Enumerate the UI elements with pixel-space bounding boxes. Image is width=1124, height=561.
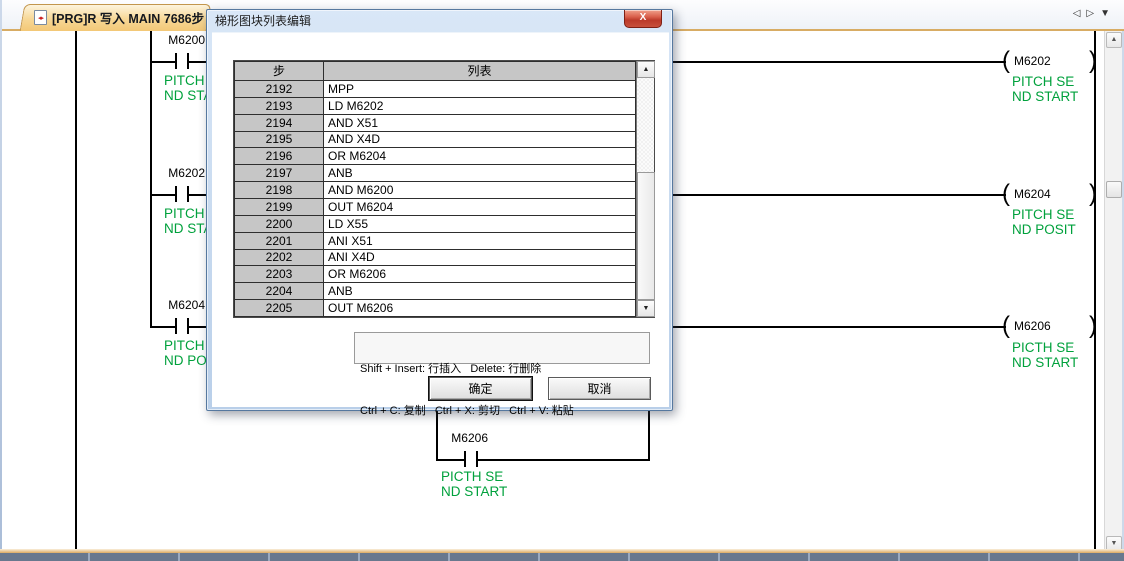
coil[interactable]: M6206 — [1002, 315, 1097, 337]
table-row[interactable]: 2194AND X51 — [235, 114, 636, 131]
tab-main-program[interactable]: ◂▸ [PRG]R 写入 MAIN 7686步 — [22, 4, 209, 31]
bottom-scrollbar[interactable] — [0, 553, 1124, 561]
contact-device[interactable]: M6200 — [148, 33, 205, 47]
branch-rung-line — [478, 459, 650, 461]
contact-bar — [476, 451, 478, 467]
contact-bar — [175, 318, 177, 334]
tab-label: [PRG]R 写入 MAIN 7686步 — [52, 8, 204, 27]
close-icon[interactable]: X — [624, 10, 662, 28]
contact-bar — [187, 186, 189, 202]
coil-comment: PITCH SEND START — [1012, 74, 1078, 104]
table-row[interactable]: 2202ANI X4D — [235, 249, 636, 266]
dialog-titlebar[interactable]: 梯形图块列表编辑 X — [207, 10, 672, 32]
table-header-row: 步 列表 — [235, 62, 636, 81]
branch-right-line — [648, 404, 650, 461]
editor-vertical-scrollbar[interactable]: ▲ ▼ — [1104, 31, 1122, 553]
contact-bar — [175, 186, 177, 202]
table-row[interactable]: 2193LD M6202 — [235, 97, 636, 114]
table-row[interactable]: 2203OR M6206 — [235, 266, 636, 283]
table-row[interactable]: 2198AND M6200 — [235, 182, 636, 199]
table-row[interactable]: 2200LD X55 — [235, 215, 636, 232]
table-row[interactable]: 2199OUT M6204 — [235, 198, 636, 215]
coil-comment: PICTH SEND START — [1012, 340, 1078, 370]
scroll-down-icon[interactable]: ▼ — [637, 300, 655, 317]
rung2-line — [150, 194, 177, 196]
table-vertical-scrollbar[interactable]: ▲ ▼ — [636, 61, 654, 317]
instruction-table: 步 列表 2192MPP 2193LD M6202 2194AND X51 21… — [234, 61, 636, 317]
ladder-right-rail — [1094, 31, 1096, 550]
cancel-button[interactable]: 取消 — [548, 377, 651, 400]
table-row[interactable]: 2205OUT M6206 — [235, 300, 636, 317]
rung3-line — [150, 326, 177, 328]
dialog-title: 梯形图块列表编辑 — [215, 14, 311, 28]
coil-device: M6206 — [1010, 319, 1089, 333]
instruction-list-grid: 步 列表 2192MPP 2193LD M6202 2194AND X51 21… — [233, 60, 655, 318]
help-line-1: Shift + Insert: 行插入 Delete: 行删除 — [360, 362, 644, 376]
tab-scroll-right-icon[interactable]: ▷ — [1086, 8, 1094, 19]
scrollbar-thumb[interactable] — [1106, 181, 1122, 198]
column-header-step: 步 — [235, 62, 324, 81]
contact-bar — [187, 53, 189, 69]
table-row[interactable]: 2195AND X4D — [235, 131, 636, 148]
branch-rung-line — [436, 459, 466, 461]
tab-scroll-left-icon[interactable]: ◁ — [1073, 8, 1081, 19]
table-row[interactable]: 2197ANB — [235, 165, 636, 182]
shortcut-help-box: Shift + Insert: 行插入 Delete: 行删除 Ctrl + C… — [354, 332, 650, 364]
contact-device[interactable]: M6204 — [148, 298, 205, 312]
scrollbar-thumb[interactable] — [637, 172, 655, 300]
ladder-program-icon: ◂▸ — [34, 10, 47, 25]
column-header-list: 列表 — [324, 62, 636, 81]
coil[interactable]: M6204 — [1002, 183, 1097, 205]
tab-list-dropdown-icon[interactable]: ▼ — [1100, 8, 1110, 19]
ladder-left-rail — [75, 31, 77, 550]
scroll-up-icon[interactable]: ▲ — [637, 61, 655, 78]
coil-device: M6202 — [1010, 54, 1089, 68]
ladder-block-list-edit-dialog: 梯形图块列表编辑 X 步 列表 2192MPP 2193LD M6202 219… — [206, 9, 673, 411]
contact-bar — [187, 318, 189, 334]
table-row[interactable]: 2204ANB — [235, 283, 636, 300]
coil-device: M6204 — [1010, 187, 1089, 201]
rung1-line — [150, 61, 177, 63]
table-row[interactable]: 2196OR M6204 — [235, 148, 636, 165]
table-row[interactable]: 2192MPP — [235, 80, 636, 97]
coil-comment: PITCH SEND POSIT — [1012, 207, 1076, 237]
contact-bar — [464, 451, 466, 467]
window-left-edge — [0, 0, 2, 553]
ok-button[interactable]: 确定 — [429, 377, 532, 400]
coil[interactable]: M6202 — [1002, 50, 1097, 72]
scroll-up-icon[interactable]: ▲ — [1106, 32, 1122, 48]
contact-bar — [175, 53, 177, 69]
dialog-body: 步 列表 2192MPP 2193LD M6202 2194AND X51 21… — [212, 32, 669, 407]
help-line-2: Ctrl + C: 复制 Ctrl + X: 剪切 Ctrl + V: 粘贴 — [360, 404, 644, 418]
contact-comment: PICTH SEND START — [441, 469, 507, 499]
contact-device[interactable]: M6202 — [148, 166, 205, 180]
table-row[interactable]: 2201ANI X51 — [235, 232, 636, 249]
